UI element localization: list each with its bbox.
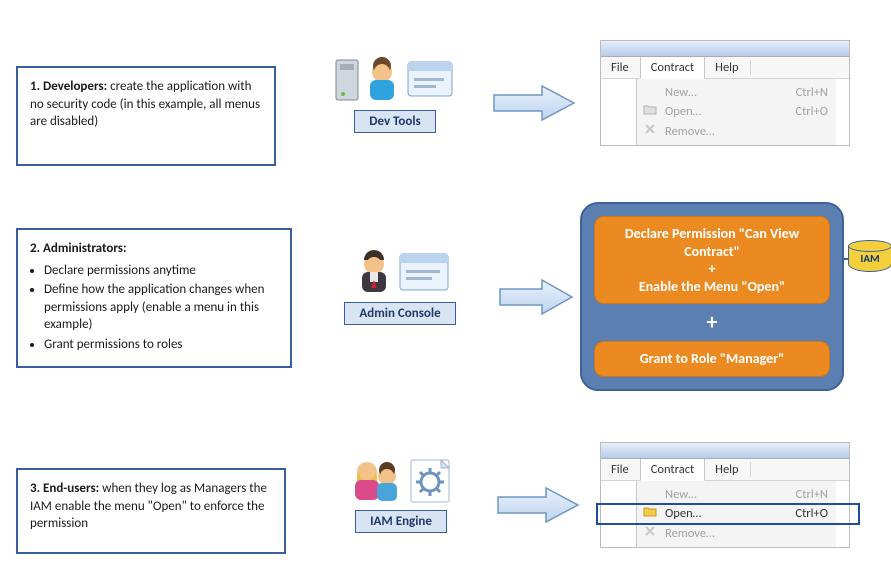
admin-panel: Declare Permission "Can View Contract" +… <box>580 202 844 391</box>
bullet: Declare permissions anytime <box>44 262 278 280</box>
dev-tools-icons <box>320 50 470 106</box>
menu-help[interactable]: Help <box>705 57 749 78</box>
grant-role-pill: Grant to Role "Manager" <box>594 341 830 377</box>
row3-menu-window: File Contract Help New… Ctrl+N Open… Ctr… <box>600 442 850 548</box>
dropdown-label: Open… <box>665 104 795 119</box>
admin-console-icons <box>320 242 480 298</box>
dropdown-item-new[interactable]: New… Ctrl+N <box>637 485 836 504</box>
dropdown-item-open[interactable]: Open… Ctrl+O <box>637 504 836 523</box>
iam-cylinder: IAM <box>848 240 891 272</box>
menu-file[interactable]: File <box>601 459 640 480</box>
row3-textbox: 3. End-users: when they log as Managers … <box>16 468 286 554</box>
folder-icon <box>641 506 659 521</box>
row3-menubar: File Contract Help <box>601 459 849 481</box>
dropdown-item-remove[interactable]: Remove… <box>637 523 836 543</box>
row2-arrow <box>496 276 576 318</box>
titlebar <box>601 443 849 459</box>
dropdown-item-remove[interactable]: Remove… <box>637 121 836 141</box>
row1-center-label: Dev Tools <box>354 110 435 133</box>
iam-engine-icons <box>326 450 476 506</box>
row2-textbox: 2. Administrators: Declare permissions a… <box>16 228 292 368</box>
x-icon <box>641 123 659 139</box>
declare-permission-pill: Declare Permission "Can View Contract" +… <box>594 216 830 304</box>
menu-file[interactable]: File <box>601 57 640 78</box>
dropdown-shortcut: Ctrl+O <box>795 104 828 119</box>
dropdown-item-new[interactable]: New… Ctrl+N <box>637 83 836 102</box>
x-icon <box>641 525 659 541</box>
row2-lead: 2. Administrators: <box>30 241 127 256</box>
menubar-separator <box>750 60 751 75</box>
dropdown-item-open[interactable]: Open… Ctrl+O <box>637 102 836 121</box>
dropdown-shortcut: Ctrl+N <box>796 487 828 502</box>
row1-menu-window: File Contract Help New… Ctrl+N Open… Ctr… <box>600 40 850 146</box>
titlebar <box>601 41 849 57</box>
bullet: Define how the application changes when … <box>44 281 278 334</box>
row1-center: Dev Tools <box>320 50 470 133</box>
menu-contract[interactable]: Contract <box>640 57 705 79</box>
menubar-separator <box>750 462 751 477</box>
dropdown-shortcut: Ctrl+N <box>796 85 828 100</box>
plus-icon: + <box>594 304 830 341</box>
dropdown-label: Remove… <box>665 526 828 541</box>
dropdown-label: Remove… <box>665 124 828 139</box>
row3-center-label: IAM Engine <box>355 510 447 533</box>
row3-dropdown: New… Ctrl+N Open… Ctrl+O Remove… <box>636 481 836 547</box>
row1-textbox: 1. Developers: create the application wi… <box>16 66 276 166</box>
dropdown-shortcut: Ctrl+O <box>795 506 828 521</box>
row3-arrow <box>494 484 582 526</box>
iam-label: IAM <box>860 252 879 265</box>
row2-center-label: Admin Console <box>344 302 455 325</box>
row3-center: IAM Engine <box>326 450 476 533</box>
bullet: Grant permissions to roles <box>44 336 278 354</box>
row1-dropdown: New… Ctrl+N Open… Ctrl+O Remove… <box>636 79 836 145</box>
dropdown-label: Open… <box>665 506 795 521</box>
row3-lead: 3. End-users: <box>30 481 99 496</box>
menu-help[interactable]: Help <box>705 459 749 480</box>
row1-arrow <box>490 82 578 124</box>
folder-icon <box>641 104 659 119</box>
row1-menubar: File Contract Help <box>601 57 849 79</box>
dropdown-label: New… <box>665 487 796 502</box>
menu-contract[interactable]: Contract <box>640 459 705 481</box>
row2-center: Admin Console <box>320 242 480 325</box>
dropdown-label: New… <box>665 85 796 100</box>
row1-lead: 1. Developers: <box>30 79 107 94</box>
row2-bullets: Declare permissions anytime Define how t… <box>44 262 278 354</box>
